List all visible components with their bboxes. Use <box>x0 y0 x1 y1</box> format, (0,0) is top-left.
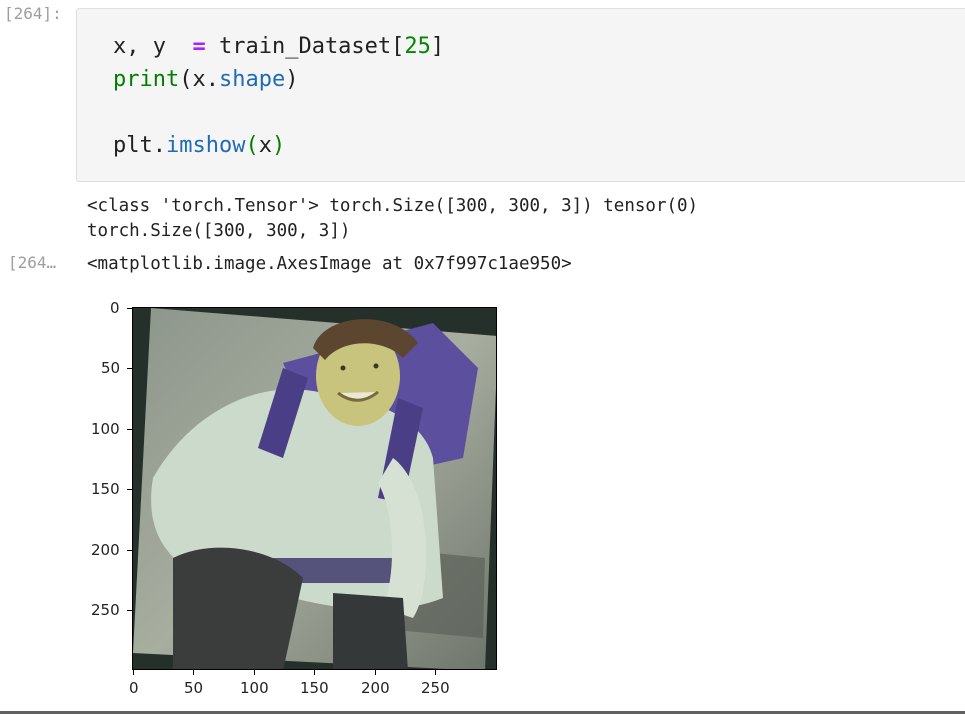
output-repr: <matplotlib.image.AxesImage at 0x7f997c1… <box>87 254 572 274</box>
x-tick-label: 100 <box>240 679 269 697</box>
code-cell-editor[interactable]: x, y = train_Dataset[25] print(x.shape) … <box>76 8 965 182</box>
y-tick-mark <box>127 368 132 369</box>
image-pants-left <box>173 547 303 669</box>
code-token-attribute: shape <box>218 67 286 92</box>
y-tick-label: 200 <box>91 541 120 559</box>
code-token: ) <box>285 67 299 92</box>
x-tick-mark <box>314 670 315 675</box>
image-pants-right <box>333 593 408 669</box>
y-tick-mark <box>127 550 132 551</box>
code-token: train_Dataset[ <box>205 34 405 59</box>
x-tick-label: 200 <box>361 679 390 697</box>
input-prompt: [264]: <box>4 4 62 23</box>
y-tick-label: 0 <box>110 299 120 317</box>
y-tick-mark <box>127 429 132 430</box>
stdout-line-2: torch.Size([300, 300, 3]) <box>87 221 351 241</box>
code-token: x <box>258 133 272 158</box>
x-tick-mark <box>133 670 134 675</box>
code-line-2: print(x.shape) <box>113 66 298 94</box>
x-tick-label: 50 <box>184 679 204 697</box>
code-token-paren: ( <box>245 133 259 158</box>
y-tick-label: 50 <box>101 359 121 377</box>
x-tick-mark <box>375 670 376 675</box>
code-token-paren: ) <box>271 133 286 158</box>
y-tick-mark <box>127 610 132 611</box>
code-line-1: x, y = train_Dataset[25] <box>113 33 444 61</box>
y-tick-mark <box>127 489 132 490</box>
stdout-line-1: <class 'torch.Tensor'> torch.Size([300, … <box>87 196 699 216</box>
displayed-image <box>133 308 496 669</box>
image-axes <box>132 307 497 670</box>
y-tick-label: 250 <box>91 601 120 619</box>
x-tick-mark <box>435 670 436 675</box>
y-tick-label: 100 <box>91 420 120 438</box>
code-line-3: plt.imshow(x) <box>113 132 285 160</box>
code-token-attribute: imshow <box>165 133 246 158</box>
code-token: (x. <box>179 67 219 92</box>
code-token: x, y <box>113 34 193 59</box>
x-tick-label: 0 <box>129 679 139 697</box>
y-tick-mark <box>127 308 132 309</box>
code-token-operator: = <box>192 34 206 59</box>
image-eye-right <box>373 363 379 369</box>
code-token: ] <box>430 34 445 59</box>
x-tick-label: 250 <box>421 679 450 697</box>
code-token: plt. <box>113 133 166 158</box>
code-token-number: 25 <box>404 34 431 59</box>
x-tick-mark <box>193 670 194 675</box>
code-token-builtin: print <box>113 67 180 92</box>
x-tick-mark <box>254 670 255 675</box>
output-prompt: [264… <box>8 253 57 272</box>
image-eye-left <box>340 365 346 371</box>
x-tick-label: 150 <box>300 679 329 697</box>
y-tick-label: 150 <box>91 480 120 498</box>
